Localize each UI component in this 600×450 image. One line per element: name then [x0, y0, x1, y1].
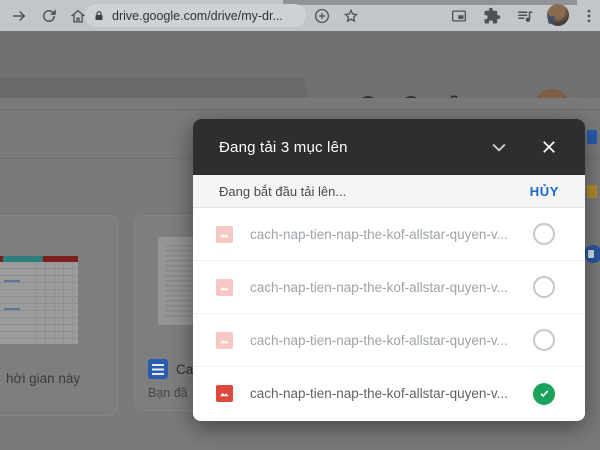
browser-avatar[interactable]	[547, 4, 569, 26]
card-caption-left: hời gian này	[6, 371, 80, 386]
peek-folder-icon	[587, 185, 597, 198]
extensions-puzzle-icon[interactable]	[481, 5, 502, 26]
upload-file-row: cach-nap-tien-nap-the-kof-allstar-quyen-…	[193, 367, 585, 420]
upload-file-row: cach-nap-tien-nap-the-kof-allstar-quyen-…	[193, 261, 585, 314]
upload-status-bar: Đang bắt đầu tải lên... HỦY	[193, 175, 585, 208]
drive-header	[0, 31, 600, 98]
spreadsheet-thumbnail	[0, 256, 78, 344]
upload-status-icon[interactable]	[533, 223, 555, 245]
forward-icon[interactable]	[8, 5, 29, 26]
media-pip-icon[interactable]	[448, 5, 469, 26]
card-title-right: Ca	[176, 362, 193, 377]
peek-doc-icon	[587, 130, 597, 144]
upload-status-icon[interactable]	[533, 276, 555, 298]
divider	[0, 109, 600, 110]
upload-file-name: cach-nap-tien-nap-the-kof-allstar-quyen-…	[250, 386, 508, 401]
url-text: drive.google.com/drive/my-dr...	[112, 9, 283, 23]
bookmark-star-icon[interactable]	[340, 5, 361, 26]
image-file-icon	[216, 279, 233, 296]
peek-help-fab	[584, 245, 600, 263]
upload-file-row: cach-nap-tien-nap-the-kof-allstar-quyen-…	[193, 314, 585, 367]
upload-file-name: cach-nap-tien-nap-the-kof-allstar-quyen-…	[250, 227, 508, 242]
upload-file-name: cach-nap-tien-nap-the-kof-allstar-quyen-…	[250, 333, 508, 348]
upload-status-icon[interactable]	[533, 383, 555, 405]
upload-progress-dialog: Đang tải 3 mục lên Đang bắt đầu tải lên.…	[193, 119, 585, 421]
reload-icon[interactable]	[38, 5, 59, 26]
lock-icon	[93, 10, 105, 22]
image-file-icon	[216, 332, 233, 349]
card-subtitle-right: Bạn đã	[148, 386, 188, 400]
upload-status-text: Đang bắt đầu tải lên...	[219, 184, 530, 199]
upload-status-icon[interactable]	[533, 329, 555, 351]
cancel-upload-button[interactable]: HỦY	[530, 184, 559, 199]
close-icon[interactable]	[539, 137, 559, 157]
upload-dialog-title: Đang tải 3 mục lên	[219, 139, 489, 156]
upload-dialog-header: Đang tải 3 mục lên	[193, 119, 585, 175]
playlist-icon[interactable]	[514, 5, 535, 26]
doc-file-icon	[148, 359, 168, 379]
image-file-icon	[216, 226, 233, 243]
upload-file-list: cach-nap-tien-nap-the-kof-allstar-quyen-…	[193, 208, 585, 420]
image-file-icon	[216, 385, 233, 402]
upload-file-row: cach-nap-tien-nap-the-kof-allstar-quyen-…	[193, 208, 585, 261]
minimize-chevron-icon[interactable]	[489, 137, 509, 157]
browser-toolbar: drive.google.com/drive/my-dr...	[0, 0, 600, 31]
upload-file-name: cach-nap-tien-nap-the-kof-allstar-quyen-…	[250, 280, 508, 295]
add-page-icon[interactable]	[311, 5, 332, 26]
address-bar[interactable]: drive.google.com/drive/my-dr...	[85, 4, 306, 27]
browser-menu-icon[interactable]	[578, 5, 599, 26]
